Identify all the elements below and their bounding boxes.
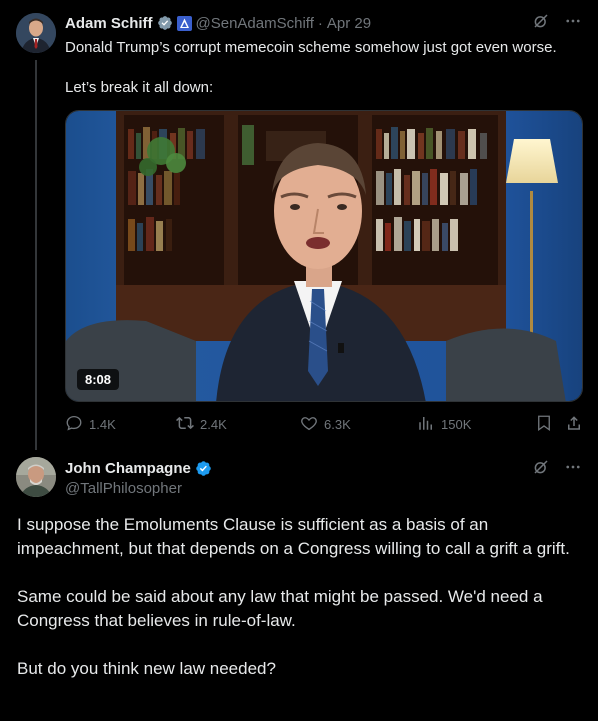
thread-connector-line bbox=[35, 60, 37, 450]
separator-dot: · bbox=[317, 14, 323, 32]
avatar[interactable] bbox=[16, 457, 56, 497]
views-icon bbox=[417, 414, 435, 435]
views-button[interactable]: 150K bbox=[417, 414, 471, 435]
views-count: 150K bbox=[441, 417, 472, 432]
video-thumbnail bbox=[66, 111, 582, 401]
heart-icon bbox=[300, 414, 318, 435]
like-button[interactable]: 6.3K bbox=[300, 414, 351, 435]
avatar[interactable] bbox=[16, 13, 56, 53]
reply-count: 1.4K bbox=[89, 417, 116, 432]
grok-icon[interactable] bbox=[532, 12, 550, 30]
reply-header: John Champagne bbox=[65, 458, 212, 478]
repost-count: 2.4K bbox=[200, 417, 227, 432]
verified-gray-badge-icon bbox=[157, 15, 173, 31]
reply-text: I suppose the Emoluments Clause is suffi… bbox=[17, 513, 582, 705]
share-button[interactable] bbox=[565, 414, 583, 435]
reply-paragraph: But do you think new law needed? bbox=[17, 659, 276, 678]
like-count: 6.3K bbox=[324, 417, 351, 432]
post-date[interactable]: Apr 29 bbox=[327, 15, 371, 32]
verified-blue-badge-icon bbox=[195, 460, 212, 477]
tweet-top-actions bbox=[532, 12, 582, 30]
video-player[interactable]: 8:08 bbox=[65, 110, 583, 402]
reply-paragraph: I suppose the Emoluments Clause is suffi… bbox=[17, 515, 570, 558]
share-icon bbox=[565, 414, 583, 435]
repost-button[interactable]: 2.4K bbox=[176, 414, 227, 435]
author-handle[interactable]: @SenAdamSchiff bbox=[196, 15, 314, 32]
tweet-header: Adam Schiff @SenAdamSchiff · Apr 29 bbox=[65, 13, 371, 33]
author-name[interactable]: John Champagne bbox=[65, 460, 191, 477]
tweet-text: Donald Trump’s corrupt memecoin scheme s… bbox=[65, 38, 585, 118]
reply-top-actions bbox=[532, 458, 582, 476]
author-handle[interactable]: @TallPhilosopher bbox=[65, 480, 182, 497]
repost-icon bbox=[176, 414, 194, 435]
more-icon[interactable] bbox=[564, 12, 582, 30]
reply-icon bbox=[65, 414, 83, 435]
reply-button[interactable]: 1.4K bbox=[65, 414, 116, 435]
grok-icon[interactable] bbox=[532, 458, 550, 476]
government-affiliation-icon bbox=[176, 15, 192, 31]
author-name[interactable]: Adam Schiff bbox=[65, 15, 153, 32]
bookmark-button[interactable] bbox=[535, 414, 553, 435]
engagement-bar: 1.4K 2.4K 6.3K 150K bbox=[65, 414, 585, 434]
tweet-text-line: Donald Trump’s corrupt memecoin scheme s… bbox=[65, 39, 557, 56]
bookmark-icon bbox=[535, 414, 553, 435]
more-icon[interactable] bbox=[564, 458, 582, 476]
reply-paragraph: Same could be said about any law that mi… bbox=[17, 587, 543, 630]
tweet-text-line: Let’s break it all down: bbox=[65, 79, 214, 96]
video-duration-badge: 8:08 bbox=[77, 369, 120, 390]
